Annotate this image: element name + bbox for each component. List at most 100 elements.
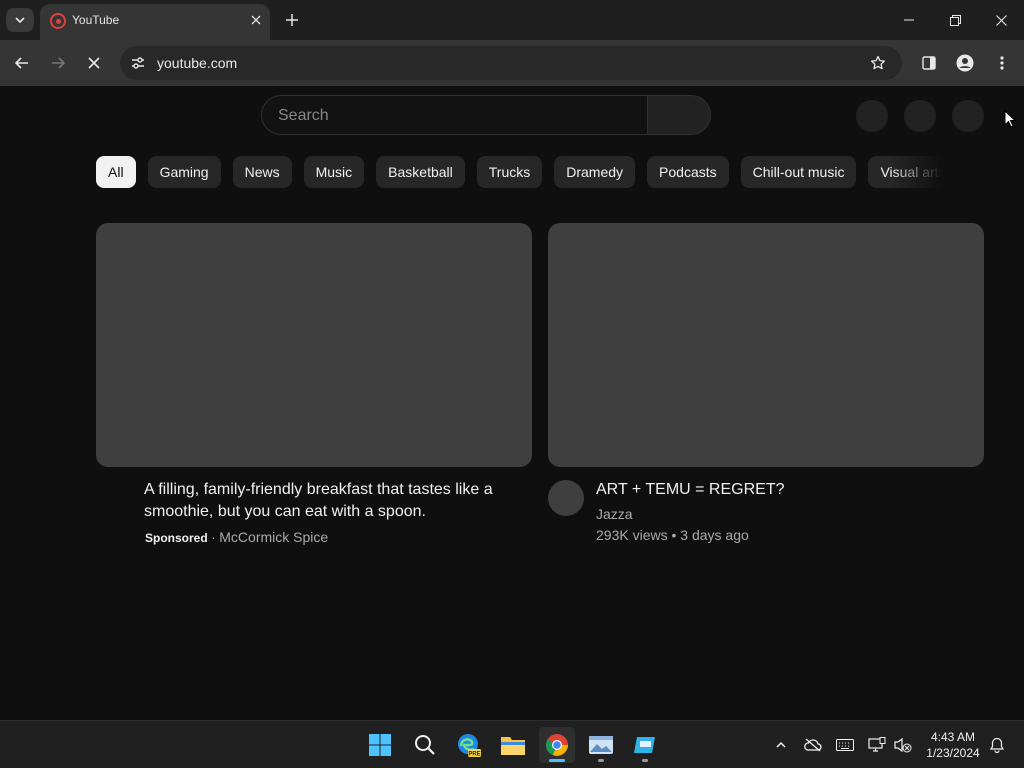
loading-favicon-icon	[50, 13, 66, 29]
sponsored-badge: Sponsored	[145, 531, 208, 545]
taskbar-edge-preview[interactable]: PRE	[451, 727, 487, 763]
site-info-button[interactable]	[128, 53, 148, 73]
search-input[interactable]	[278, 105, 628, 127]
tab-title: YouTube	[72, 13, 120, 27]
tab-search-button[interactable]	[6, 8, 34, 32]
chip-music[interactable]: Music	[303, 156, 365, 188]
chip-all[interactable]: All	[96, 156, 136, 188]
volume-tray-button[interactable]	[893, 735, 913, 755]
video-title-line: A filling, family-friendly breakfast tha…	[144, 481, 493, 498]
close-icon	[88, 57, 100, 69]
taskbar-photos-app[interactable]	[583, 727, 619, 763]
channel-name[interactable]: Jazza	[596, 506, 633, 522]
taskbar-search-button[interactable]	[407, 727, 443, 763]
cloud-offline-icon	[804, 738, 822, 752]
chrome-icon	[546, 734, 568, 756]
channel-name[interactable]: McCormick Spice	[219, 529, 328, 545]
more-vertical-icon	[1000, 56, 1004, 70]
close-icon	[995, 14, 1007, 26]
bell-icon	[989, 737, 1005, 753]
chevron-up-icon	[776, 741, 786, 748]
taskbar-chrome[interactable]	[539, 727, 575, 763]
bookmark-star-button[interactable]	[868, 53, 888, 73]
chip-podcasts[interactable]: Podcasts	[647, 156, 729, 188]
account-avatar-placeholder[interactable]	[952, 100, 984, 132]
sponsored-meta: Sponsored · McCormick Spice	[145, 529, 328, 545]
address-bar[interactable]: youtube.com	[120, 46, 902, 80]
video-thumbnail-placeholder[interactable]	[96, 223, 532, 467]
chip-trucks[interactable]: Trucks	[476, 156, 543, 188]
close-icon	[251, 15, 261, 25]
tab-close-button[interactable]	[246, 10, 266, 30]
back-button[interactable]	[9, 50, 35, 76]
search-icon	[415, 735, 435, 755]
network-tray-button[interactable]	[867, 735, 887, 755]
chip-chill-out-music[interactable]: Chill-out music	[740, 156, 857, 188]
browser-toolbar: youtube.com	[0, 40, 1024, 86]
taskbar-clock[interactable]: 4:43 AM 1/23/2024	[918, 729, 988, 761]
video-thumbnail-placeholder[interactable]	[548, 223, 984, 467]
browser-menu-button[interactable]	[989, 50, 1015, 76]
tune-icon	[132, 57, 144, 69]
chip-basketball[interactable]: Basketball	[376, 156, 465, 188]
stop-loading-button[interactable]	[81, 50, 107, 76]
search-box[interactable]	[261, 95, 647, 135]
side-panel-icon	[922, 56, 936, 70]
restore-icon	[949, 14, 961, 26]
windows-taskbar: PRE 4:43 AM 1/23/2024	[0, 720, 1024, 768]
edge-pre-badge: PRE	[468, 752, 480, 758]
video-title-line: smoothie, but you can eat with a spoon.	[144, 503, 426, 520]
edge-browser-icon: PRE	[458, 734, 481, 758]
chevron-down-icon	[15, 17, 25, 24]
show-hidden-icons-button[interactable]	[771, 735, 791, 755]
close-window-button[interactable]	[978, 4, 1024, 36]
minimize-icon	[904, 19, 914, 21]
image-viewer-icon	[589, 736, 613, 754]
youtube-page: All Gaming News Music Basketball Trucks …	[0, 86, 1024, 720]
minimize-button[interactable]	[886, 4, 932, 36]
browser-title-bar: YouTube	[0, 0, 1024, 40]
create-button-placeholder[interactable]	[856, 100, 888, 132]
chip-dramedy[interactable]: Dramedy	[554, 156, 636, 188]
onedrive-tray-button[interactable]	[803, 735, 823, 755]
speaker-muted-icon	[894, 737, 912, 753]
active-app-indicator	[549, 759, 565, 762]
start-button[interactable]	[362, 727, 398, 763]
view-count: 293K views	[596, 527, 668, 543]
clock-time: 4:43 AM	[930, 730, 976, 744]
video-stats: 293K views • 3 days ago	[596, 527, 749, 543]
restore-button[interactable]	[932, 4, 978, 36]
profile-button[interactable]	[952, 50, 978, 76]
new-tab-button[interactable]	[280, 8, 304, 32]
app-window-icon	[634, 737, 655, 753]
category-chips-bar: All Gaming News Music Basketball Trucks …	[96, 156, 942, 188]
keyboard-icon	[836, 739, 854, 751]
clock-date: 1/23/2024	[926, 746, 980, 760]
side-panel-button[interactable]	[916, 50, 942, 76]
taskbar-file-explorer[interactable]	[495, 727, 531, 763]
forward-button[interactable]	[45, 50, 71, 76]
notifications-button-placeholder[interactable]	[904, 100, 936, 132]
mouse-cursor-icon	[1004, 110, 1016, 128]
touch-keyboard-button[interactable]	[835, 735, 855, 755]
network-monitor-icon	[868, 737, 886, 752]
video-title[interactable]: ART + TEMU = REGRET?	[596, 479, 785, 501]
chips-fade-overlay	[890, 156, 942, 188]
taskbar-app-window[interactable]	[627, 727, 663, 763]
chip-gaming[interactable]: Gaming	[147, 156, 221, 188]
video-title[interactable]: A filling, family-friendly breakfast tha…	[144, 479, 524, 523]
url-text[interactable]: youtube.com	[157, 55, 237, 71]
arrow-left-icon	[14, 57, 28, 69]
channel-avatar[interactable]	[548, 480, 584, 516]
meta-separator: •	[671, 527, 677, 543]
notification-center-button[interactable]	[987, 735, 1007, 755]
person-icon	[956, 54, 974, 72]
windows-logo-icon	[369, 734, 391, 756]
search-button[interactable]	[647, 95, 711, 135]
star-icon	[870, 55, 886, 70]
browser-tab-youtube[interactable]: YouTube	[40, 4, 270, 40]
meta-separator: ·	[211, 530, 216, 545]
upload-age: 3 days ago	[680, 527, 749, 543]
folder-icon	[501, 737, 525, 755]
chip-news[interactable]: News	[232, 156, 292, 188]
